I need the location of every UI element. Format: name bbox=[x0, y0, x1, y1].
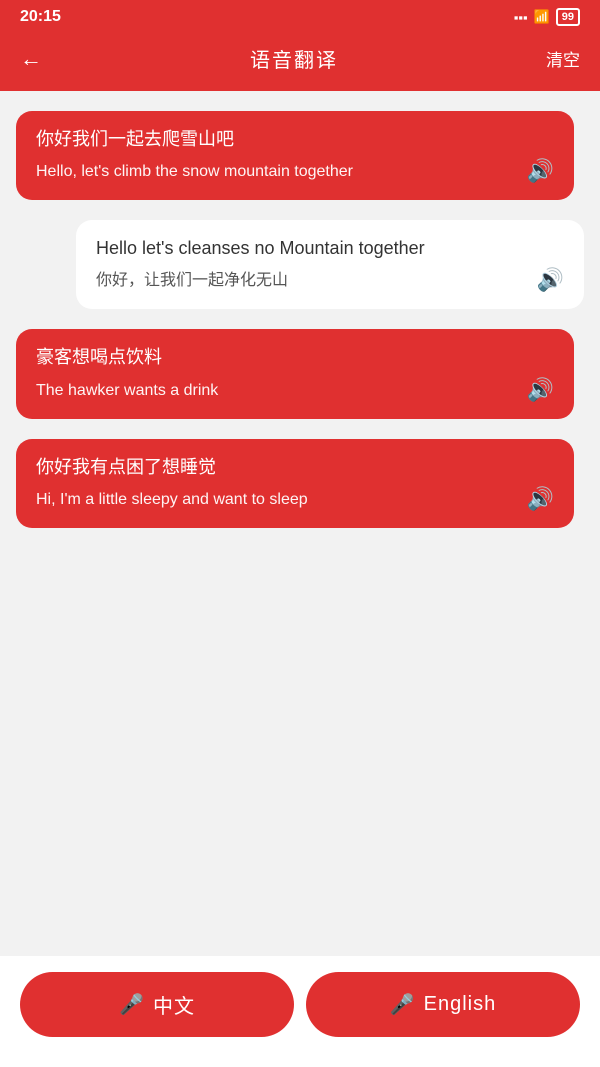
message-translation-2: 你好，让我们一起净化无山 bbox=[96, 269, 527, 293]
message-card-3: 豪客想喝点饮料 The hawker wants a drink 🔊 bbox=[16, 329, 574, 418]
status-bar: 20:15 ▪▪▪ 📶 99 bbox=[0, 0, 600, 32]
chat-area: 你好我们一起去爬雪山吧 Hello, let's climb the snow … bbox=[0, 91, 600, 956]
back-button[interactable]: ← bbox=[20, 46, 42, 72]
page-title: 语音翻译 bbox=[250, 44, 338, 73]
message-text-block-4: 你好我有点困了想睡觉 Hi, I'm a little sleepy and w… bbox=[36, 455, 517, 512]
message-original-4: 你好我有点困了想睡觉 bbox=[36, 455, 517, 480]
clear-button[interactable]: 清空 bbox=[546, 46, 580, 71]
wifi-icon: 📶 bbox=[534, 9, 550, 25]
message-card-2: Hello let's cleanses no Mountain togethe… bbox=[76, 220, 584, 309]
header: ← 语音翻译 清空 bbox=[0, 32, 600, 91]
message-text-block-2: Hello let's cleanses no Mountain togethe… bbox=[96, 236, 527, 293]
battery-indicator: 99 bbox=[556, 8, 580, 26]
message-original-3: 豪客想喝点饮料 bbox=[36, 345, 517, 370]
speaker-button-4[interactable]: 🔊 bbox=[527, 486, 554, 512]
message-translation-3: The hawker wants a drink bbox=[36, 379, 218, 403]
message-translation-4: Hi, I'm a little sleepy and want to slee… bbox=[36, 488, 517, 512]
mic-icon-english: 🎤 bbox=[390, 992, 416, 1017]
bottom-bar: 🎤 中文 🎤 English bbox=[0, 956, 600, 1067]
message-text-block-1: 你好我们一起去爬雪山吧 Hello, let's climb the snow … bbox=[36, 127, 517, 184]
speaker-button-3[interactable]: 🔊 bbox=[527, 377, 554, 403]
message-original-2: Hello let's cleanses no Mountain togethe… bbox=[96, 236, 527, 261]
message-original-1: 你好我们一起去爬雪山吧 bbox=[36, 127, 517, 152]
message-card-4: 你好我有点困了想睡觉 Hi, I'm a little sleepy and w… bbox=[16, 439, 574, 528]
chinese-label: 中文 bbox=[153, 990, 195, 1019]
signal-icon: ▪▪▪ bbox=[514, 10, 528, 25]
speaker-button-1[interactable]: 🔊 bbox=[527, 158, 554, 184]
speaker-button-2[interactable]: 🔊 bbox=[537, 267, 564, 293]
message-card-1: 你好我们一起去爬雪山吧 Hello, let's climb the snow … bbox=[16, 111, 574, 200]
message-footer-3: The hawker wants a drink bbox=[36, 379, 517, 403]
english-label: English bbox=[424, 993, 497, 1016]
status-time: 20:15 bbox=[20, 8, 61, 26]
message-translation-1: Hello, let's climb the snow mountain tog… bbox=[36, 160, 517, 184]
status-icons: ▪▪▪ 📶 99 bbox=[514, 8, 580, 26]
mic-icon-chinese: 🎤 bbox=[119, 992, 145, 1017]
message-text-block-3: 豪客想喝点饮料 The hawker wants a drink bbox=[36, 345, 517, 402]
english-lang-button[interactable]: 🎤 English bbox=[306, 972, 580, 1037]
chinese-lang-button[interactable]: 🎤 中文 bbox=[20, 972, 294, 1037]
